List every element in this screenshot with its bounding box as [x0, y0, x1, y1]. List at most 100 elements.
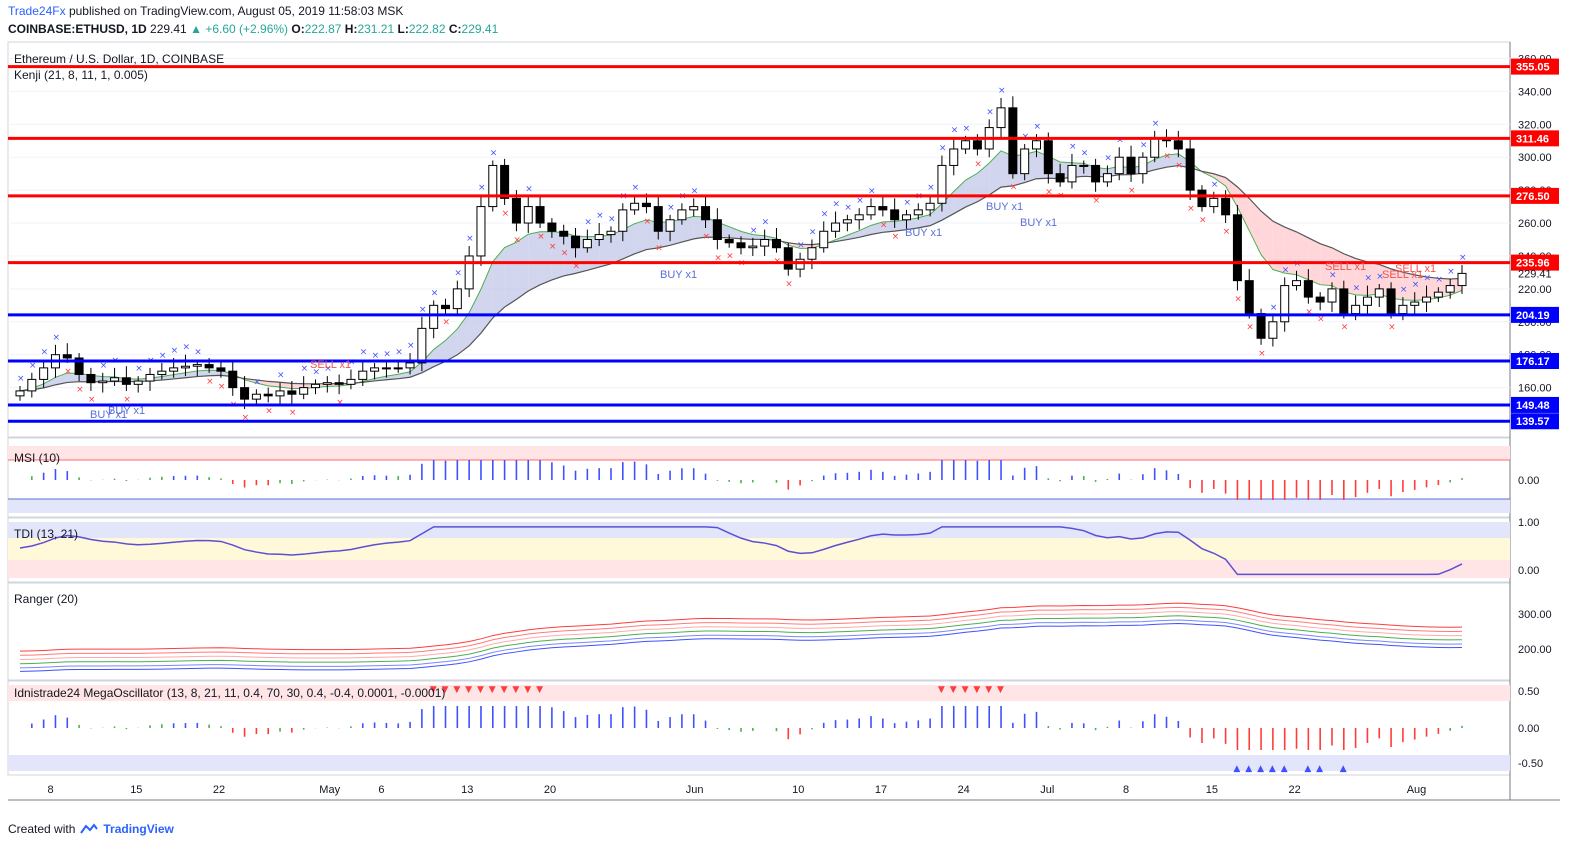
candle-body — [1209, 197, 1219, 208]
x-marker-blue: × — [833, 200, 841, 210]
candle-body — [1185, 148, 1195, 191]
candle-body — [1410, 301, 1420, 306]
x-marker-blue: × — [797, 241, 805, 251]
candle-body — [783, 247, 793, 270]
x-marker-blue: × — [1069, 142, 1077, 152]
mega-sell-triangle-icon: ▼ — [973, 685, 980, 695]
candle-body — [559, 230, 569, 237]
mega-tick-label: 0.00 — [1518, 723, 1539, 735]
candle-body — [1114, 156, 1124, 175]
candle-body — [169, 367, 179, 372]
signal-label: SELL x1 — [1325, 261, 1366, 273]
time-axis-label: 8 — [1123, 784, 1129, 796]
candle-body — [712, 219, 722, 240]
x-marker-blue: × — [383, 349, 391, 359]
candle-body — [630, 202, 640, 211]
candle-body — [1173, 140, 1183, 150]
x-marker-blue: × — [431, 288, 439, 298]
x-marker-red: × — [643, 217, 651, 227]
x-marker-blue: × — [41, 348, 49, 358]
ranger-tick-label: 300.00 — [1518, 609, 1552, 621]
mega-sell-triangle-icon: ▼ — [465, 685, 472, 695]
ranger-band — [19, 622, 1463, 672]
mega-sell-triangle-icon: ▼ — [512, 685, 519, 695]
x-marker-blue: × — [1152, 119, 1160, 129]
candle-body — [641, 202, 651, 208]
x-marker-red: × — [1388, 323, 1396, 333]
tdi-upper-zone — [8, 522, 1510, 538]
candle-body — [925, 202, 935, 211]
candle-body — [1126, 156, 1136, 175]
candle-body — [1043, 140, 1053, 175]
x-marker-blue: × — [1140, 140, 1148, 150]
x-marker-blue: × — [52, 333, 60, 343]
x-marker-blue: × — [372, 351, 380, 361]
candle-body — [736, 242, 746, 249]
time-axis-label: 15 — [130, 784, 142, 796]
x-marker-red: × — [1199, 216, 1207, 226]
candle-body — [500, 164, 510, 199]
x-marker-red: × — [785, 280, 793, 290]
candle-body — [1221, 197, 1231, 216]
x-marker-blue: × — [277, 371, 285, 381]
mega-sell-triangle-icon: ▼ — [962, 685, 969, 695]
chart-canvas[interactable]: 360.00340.00320.00300.00280.00260.00240.… — [0, 0, 1588, 849]
candle-body — [1020, 148, 1030, 175]
candle-body — [1150, 136, 1160, 158]
x-marker-blue: × — [903, 198, 911, 208]
x-marker-blue: × — [608, 214, 616, 224]
level-label: 355.05 — [1516, 62, 1550, 74]
tradingview-brand[interactable]: TradingView — [103, 822, 173, 836]
candle-body — [1386, 288, 1396, 315]
x-marker-blue: × — [194, 348, 202, 358]
signal-label: SELL x1 — [1395, 263, 1436, 275]
candle-body — [653, 206, 663, 232]
x-marker-blue: × — [1282, 265, 1290, 275]
mega-sell-triangle-icon: ▼ — [985, 685, 992, 695]
x-marker-red: × — [1234, 295, 1242, 305]
time-axis-label: 22 — [213, 784, 225, 796]
created-with-label: Created with — [8, 822, 76, 836]
candle-body — [15, 390, 25, 397]
time-axis-label: 15 — [1206, 784, 1218, 796]
candle-body — [393, 367, 403, 370]
candle-body — [1067, 164, 1077, 183]
candle-body — [1079, 164, 1089, 167]
signal-label: BUY x1 — [986, 201, 1023, 213]
mega-buy-triangle-icon: ▲ — [1304, 764, 1311, 774]
candle-body — [429, 304, 439, 329]
x-marker-blue: × — [762, 218, 770, 228]
mega-buy-triangle-icon: ▲ — [1233, 764, 1240, 774]
x-marker-blue: × — [986, 107, 994, 117]
x-marker-blue: × — [159, 351, 167, 361]
candle-body — [724, 239, 734, 244]
msi-lower-zone — [8, 499, 1510, 513]
x-marker-blue: × — [844, 203, 852, 213]
x-marker-blue: × — [407, 341, 415, 351]
mega-sell-triangle-icon: ▼ — [938, 685, 945, 695]
x-marker-blue: × — [1364, 274, 1372, 284]
candle-body — [937, 164, 947, 204]
x-marker-blue: × — [821, 209, 829, 219]
msi-tick-label: 0.00 — [1518, 475, 1539, 487]
candle-body — [464, 255, 474, 290]
time-axis-label: 20 — [544, 784, 556, 796]
level-label: 176.17 — [1516, 356, 1550, 368]
x-marker-red: × — [892, 232, 900, 242]
mega-sell-triangle-icon: ▼ — [950, 685, 957, 695]
candle-body — [807, 247, 817, 260]
candle-body — [511, 197, 521, 224]
candle-body — [831, 222, 841, 232]
level-label: 276.50 — [1516, 191, 1550, 203]
x-marker-blue: × — [667, 203, 675, 213]
footer: Created with TradingView — [8, 822, 174, 836]
x-marker-red: × — [502, 209, 510, 219]
mega-sell-triangle-icon: ▼ — [524, 685, 531, 695]
candle-body — [594, 234, 604, 240]
candle-body — [854, 214, 864, 221]
mega-sell-triangle-icon: ▼ — [536, 685, 543, 695]
price-tick-label: 260.00 — [1518, 218, 1552, 230]
candle-body — [1445, 285, 1455, 293]
candle-body — [180, 365, 190, 369]
x-marker-blue: × — [454, 269, 462, 279]
